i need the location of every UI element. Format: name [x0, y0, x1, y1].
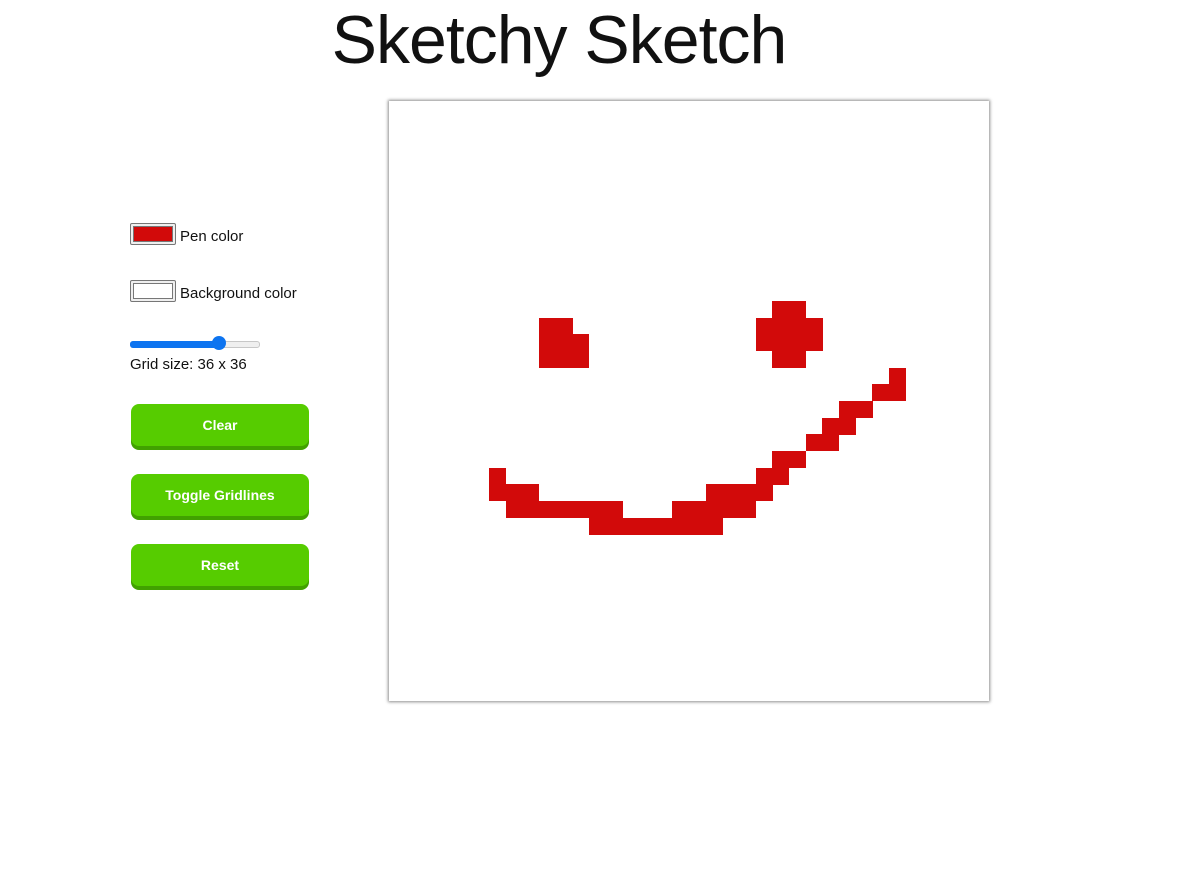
- grid-cell-filled[interactable]: [589, 517, 607, 535]
- sketch-canvas[interactable]: [389, 101, 989, 701]
- reset-button[interactable]: Reset: [131, 544, 309, 586]
- pen-color-label: Pen color: [180, 228, 244, 245]
- grid-cell-filled[interactable]: [805, 334, 823, 352]
- slider-fill: [130, 341, 219, 348]
- grid-cell-filled[interactable]: [772, 467, 790, 485]
- grid-cell-filled[interactable]: [572, 501, 590, 519]
- grid-cell-filled[interactable]: [755, 334, 773, 352]
- grid-cell-filled[interactable]: [522, 484, 540, 502]
- grid-cell-filled[interactable]: [739, 484, 757, 502]
- grid-cell-filled[interactable]: [839, 401, 857, 419]
- grid-size-slider[interactable]: [130, 336, 260, 352]
- slider-thumb[interactable]: [212, 336, 226, 350]
- grid-cell-filled[interactable]: [522, 501, 540, 519]
- grid-cell-filled[interactable]: [555, 501, 573, 519]
- grid-cell-filled[interactable]: [822, 417, 840, 435]
- grid-cell-filled[interactable]: [855, 401, 873, 419]
- grid-cell-filled[interactable]: [655, 517, 673, 535]
- grid-cell-filled[interactable]: [789, 351, 807, 369]
- grid-cell-filled[interactable]: [489, 467, 507, 485]
- grid-cell-filled[interactable]: [539, 334, 557, 352]
- pen-color-swatch: [133, 226, 173, 242]
- grid-cell-filled[interactable]: [555, 351, 573, 369]
- grid-cell-filled[interactable]: [539, 501, 557, 519]
- grid-cell-filled[interactable]: [705, 501, 723, 519]
- background-color-swatch: [133, 283, 173, 299]
- grid-cell-filled[interactable]: [805, 434, 823, 452]
- grid-cell-filled[interactable]: [789, 301, 807, 319]
- grid-cell-filled[interactable]: [505, 484, 523, 502]
- grid-cell-filled[interactable]: [539, 317, 557, 335]
- grid-cell-filled[interactable]: [589, 501, 607, 519]
- grid-cell-filled[interactable]: [789, 451, 807, 469]
- controls-panel: Pen color Background color Grid size: 36…: [130, 219, 330, 586]
- pen-color-row: Pen color: [130, 219, 330, 249]
- grid-cell-filled[interactable]: [705, 484, 723, 502]
- grid-cell-filled[interactable]: [539, 351, 557, 369]
- grid-cell-filled[interactable]: [755, 317, 773, 335]
- grid-cell-filled[interactable]: [622, 517, 640, 535]
- grid-cell-filled[interactable]: [772, 451, 790, 469]
- grid-cell-filled[interactable]: [672, 501, 690, 519]
- grid-cell-filled[interactable]: [572, 334, 590, 352]
- background-color-row: Background color: [130, 276, 330, 306]
- grid-cell-filled[interactable]: [689, 501, 707, 519]
- grid-cell-filled[interactable]: [555, 334, 573, 352]
- grid-cell-filled[interactable]: [755, 484, 773, 502]
- grid-cell-filled[interactable]: [505, 501, 523, 519]
- grid-cell-filled[interactable]: [672, 517, 690, 535]
- toggle-gridlines-button[interactable]: Toggle Gridlines: [131, 474, 309, 516]
- grid-cell-filled[interactable]: [889, 367, 907, 385]
- grid-cell-filled[interactable]: [639, 517, 657, 535]
- grid-cell-filled[interactable]: [555, 317, 573, 335]
- page-title: Sketchy Sketch: [331, 2, 788, 78]
- pen-color-picker[interactable]: [130, 223, 176, 245]
- grid-cell-filled[interactable]: [722, 484, 740, 502]
- grid-cell-filled[interactable]: [805, 317, 823, 335]
- grid-cell-filled[interactable]: [872, 384, 890, 402]
- grid-cell-filled[interactable]: [689, 517, 707, 535]
- grid-cell-filled[interactable]: [722, 501, 740, 519]
- grid-cell-filled[interactable]: [755, 467, 773, 485]
- grid-cell-filled[interactable]: [889, 384, 907, 402]
- clear-button[interactable]: Clear: [131, 404, 309, 446]
- grid-cell-filled[interactable]: [739, 501, 757, 519]
- grid-cell-filled[interactable]: [822, 434, 840, 452]
- grid-cell-filled[interactable]: [772, 351, 790, 369]
- grid-cell-filled[interactable]: [772, 317, 790, 335]
- grid-cell-filled[interactable]: [605, 501, 623, 519]
- grid-size-label: Grid size: 36 x 36: [130, 356, 247, 373]
- grid-cell-filled[interactable]: [789, 334, 807, 352]
- grid-cell-filled[interactable]: [605, 517, 623, 535]
- grid-cell-filled[interactable]: [789, 317, 807, 335]
- grid-cell-filled[interactable]: [772, 334, 790, 352]
- grid-cell-filled[interactable]: [772, 301, 790, 319]
- grid-cell-filled[interactable]: [705, 517, 723, 535]
- background-color-label: Background color: [180, 285, 297, 302]
- background-color-picker[interactable]: [130, 280, 176, 302]
- grid-cell-filled[interactable]: [489, 484, 507, 502]
- grid-cell-filled[interactable]: [839, 417, 857, 435]
- grid-cell-filled[interactable]: [572, 351, 590, 369]
